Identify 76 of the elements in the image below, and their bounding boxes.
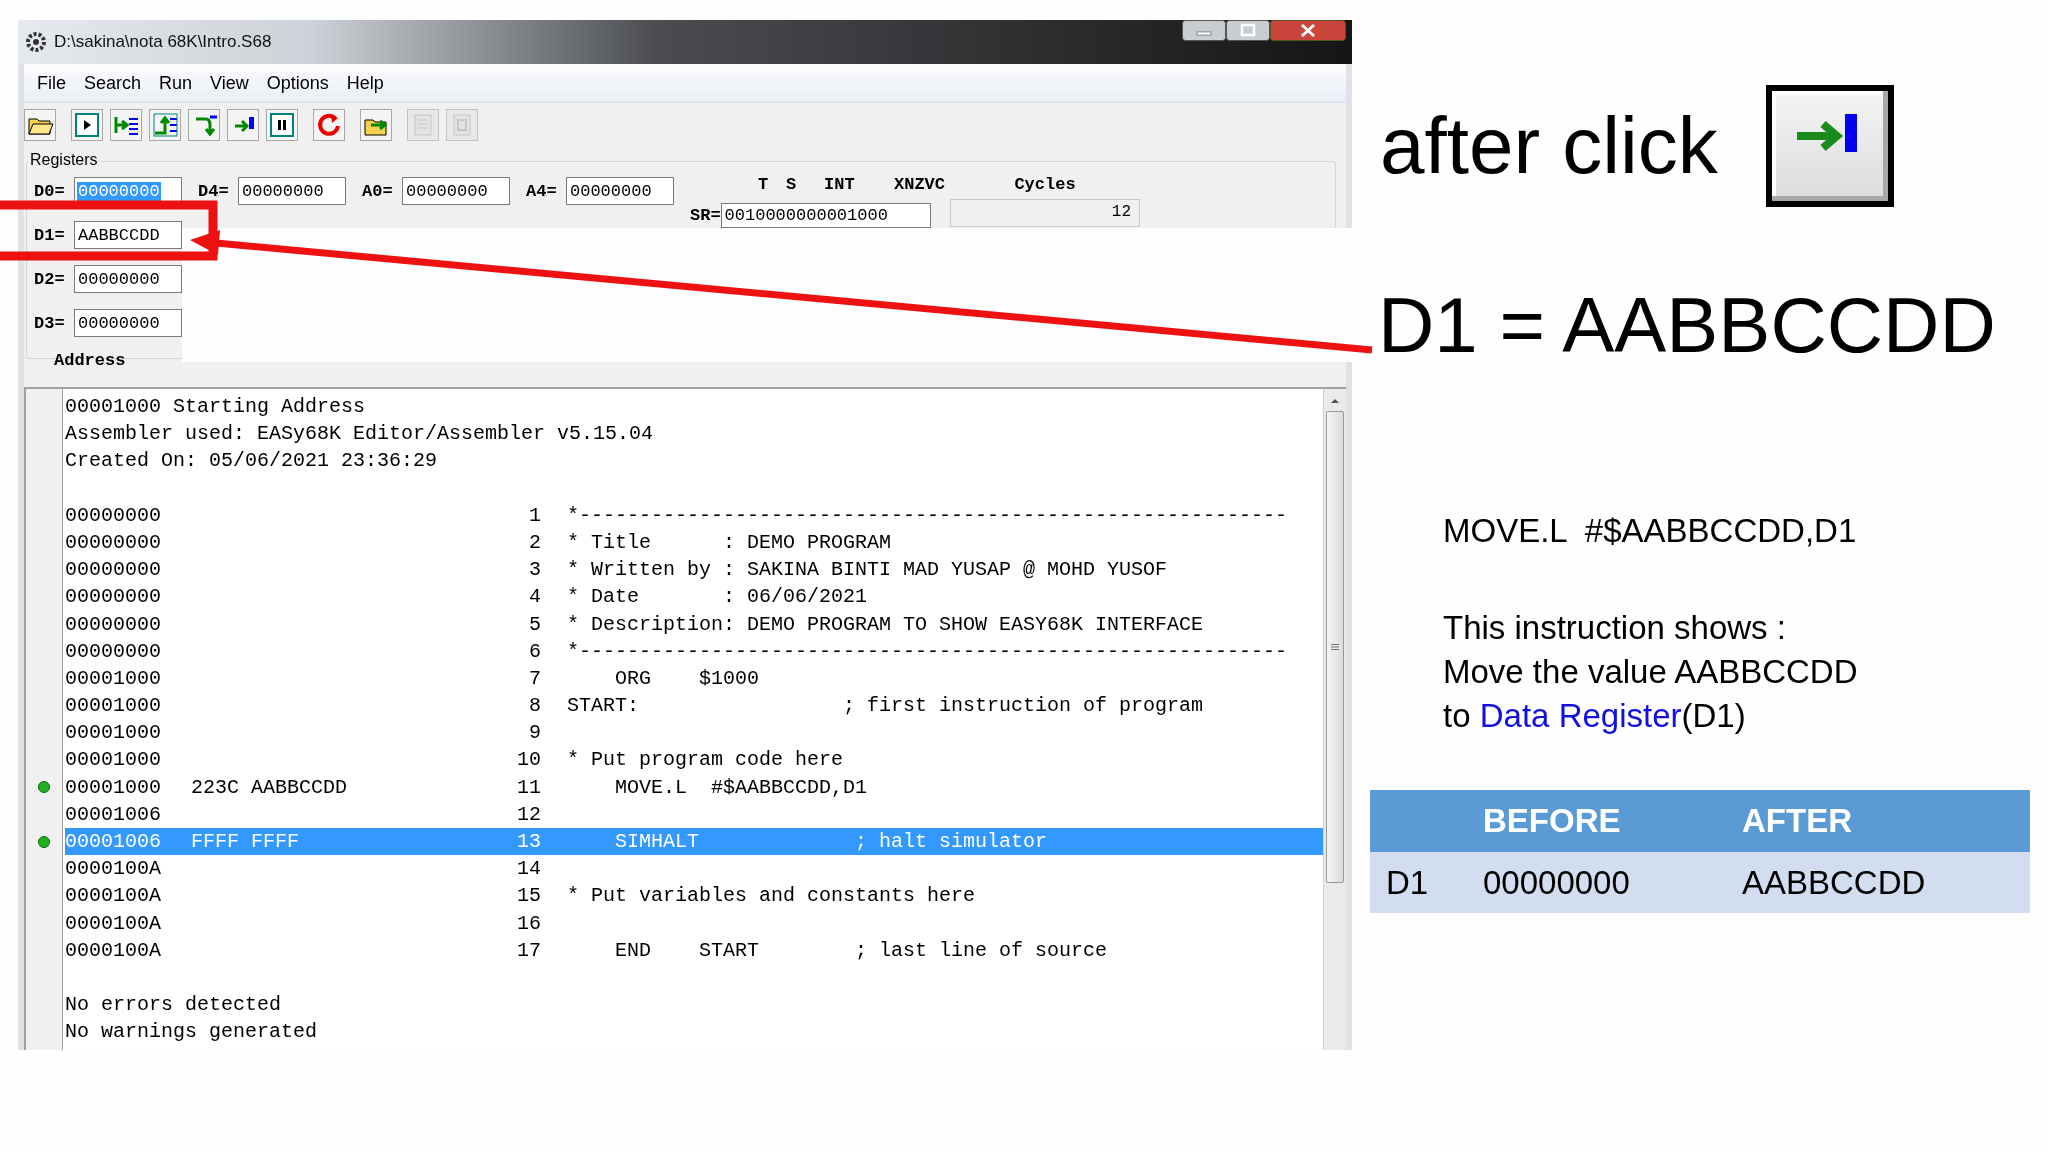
register-field[interactable]: 00000000 — [402, 177, 510, 205]
pause-icon — [268, 111, 296, 139]
listing-row[interactable]: 00000000 6 *----------------------------------------------------------- — [65, 637, 1323, 665]
listing-row[interactable]: 0000100A 15 * Put variables and constants here — [65, 882, 1323, 910]
listing-row[interactable]: 00000000 3 * Written by : SAKINA BINTI MAD YUSAP @ MOHD YUSOF — [65, 556, 1323, 584]
arrow-lines-icon — [151, 111, 179, 139]
table-cell: D1 — [1370, 852, 1483, 913]
listing-row[interactable]: 00001000 7 ORG $1000 — [65, 664, 1323, 693]
listing-row[interactable]: 00001006 12 — [65, 800, 1323, 828]
minimize-button[interactable] — [1182, 20, 1226, 42]
register-label: D3= — [34, 313, 66, 333]
register-field[interactable]: 00000000 — [566, 177, 674, 205]
listing-header-line: 00001000 Starting Address — [65, 394, 366, 420]
listing-header-line: Assembler used: EASy68K Editor/Assembler v5.15.04 — [65, 421, 654, 448]
toolbar-button[interactable] — [266, 109, 298, 141]
toolbar-button[interactable] — [71, 109, 103, 141]
listing-row[interactable]: 00000000 1 *----------------------------------------------------------- — [65, 501, 1323, 529]
result-heading: D1 = AABBCCDD — [1378, 286, 1997, 364]
listing-row[interactable]: 00000000 2 * Title : DEMO PROGRAM — [65, 528, 1323, 557]
toolbar-button[interactable] — [227, 109, 259, 141]
explanation-text: This instruction shows : Move the value AABBCCDD to Data Register(D1) — [1443, 608, 1859, 736]
register-field[interactable]: 00000000 — [238, 177, 346, 205]
listing-row[interactable]: 0000100A 14 — [65, 855, 1323, 883]
status-register-field[interactable]: 0010000000001000 — [720, 203, 931, 228]
register-label: A4= — [526, 181, 558, 201]
menu-item[interactable]: File — [28, 72, 75, 94]
group-label: Registers — [28, 151, 100, 169]
flag-header: T — [758, 175, 769, 194]
listing-row[interactable]: 00001000 9 — [65, 719, 1323, 747]
listing-row[interactable]: 00000000 4 * Date : 06/06/2021 — [65, 583, 1323, 611]
table-cell: AABBCCDD — [1742, 852, 2030, 913]
play-icon — [73, 111, 101, 139]
column-header: AFTER — [1742, 790, 2030, 852]
instruction-text: MOVE.L #$AABBCCDD,D1 — [1443, 512, 1858, 550]
listing-row[interactable]: 0000100A 16 — [65, 909, 1323, 937]
listing-footer-line: No warnings generated — [65, 1019, 318, 1046]
register-field[interactable]: 00000000 — [74, 265, 182, 293]
flag-header: XNZVC — [894, 175, 945, 194]
listing-footer-line: No errors detected — [65, 992, 282, 1019]
register-label: D2= — [34, 269, 66, 289]
listing-row[interactable]: 0000100A 17 END START ; last line of source — [65, 936, 1323, 964]
flag-header: S — [786, 175, 797, 194]
menu-item[interactable]: View — [201, 72, 258, 94]
toolbar-button[interactable] — [110, 109, 142, 141]
circular-arrow-icon — [315, 111, 343, 139]
toolbar-button[interactable] — [149, 109, 181, 141]
register-label: D1= — [34, 225, 66, 245]
register-label: D0= — [34, 181, 66, 201]
gear-icon — [24, 30, 48, 54]
menu-item[interactable]: Run — [150, 72, 202, 94]
listing-row[interactable]: 00001000 223C AABBCCDD 11 MOVE.L #$AABBCCDD,D1 — [65, 773, 1323, 801]
window-title: D:\sakina\nota 68K\Intro.S68 — [54, 32, 272, 52]
register-label: SR= — [690, 206, 721, 225]
link[interactable]: Data Register — [1479, 697, 1682, 734]
register-label: A0= — [362, 181, 394, 201]
cycles-field: 12 — [950, 199, 1140, 227]
close-button[interactable] — [1270, 20, 1346, 42]
listing-row[interactable]: 00000000 5 * Description: DEMO PROGRAM TO SHOW EASY68K INTERFACE — [65, 610, 1323, 638]
address-label: Address — [54, 351, 126, 370]
flag-header: INT — [824, 175, 855, 194]
register-label: D4= — [198, 181, 230, 201]
caption-text: after click — [1380, 106, 1718, 186]
listing-header-line: Created On: 05/06/2021 23:36:29 — [65, 448, 438, 475]
cycles-label: Cycles — [1013, 175, 1077, 196]
register-field[interactable]: AABBCCDD — [74, 221, 182, 249]
toolbar-button[interactable] — [24, 109, 56, 141]
maximize-button[interactable] — [1226, 20, 1270, 42]
listing-row[interactable]: 00001000 8 START: ; first instruction of program — [65, 692, 1323, 720]
column-header: BEFORE — [1483, 790, 1742, 852]
register-field[interactable]: 00000000 — [74, 309, 182, 337]
table-cell: 00000000 — [1483, 852, 1742, 913]
listing-row[interactable]: 00001000 10 * Put program code here — [65, 746, 1323, 774]
menu-item[interactable]: Search — [75, 72, 151, 94]
menu-item[interactable]: Options — [257, 72, 338, 94]
scrollbar-thumb[interactable] — [1326, 411, 1344, 883]
menu-item[interactable]: Help — [337, 72, 393, 94]
